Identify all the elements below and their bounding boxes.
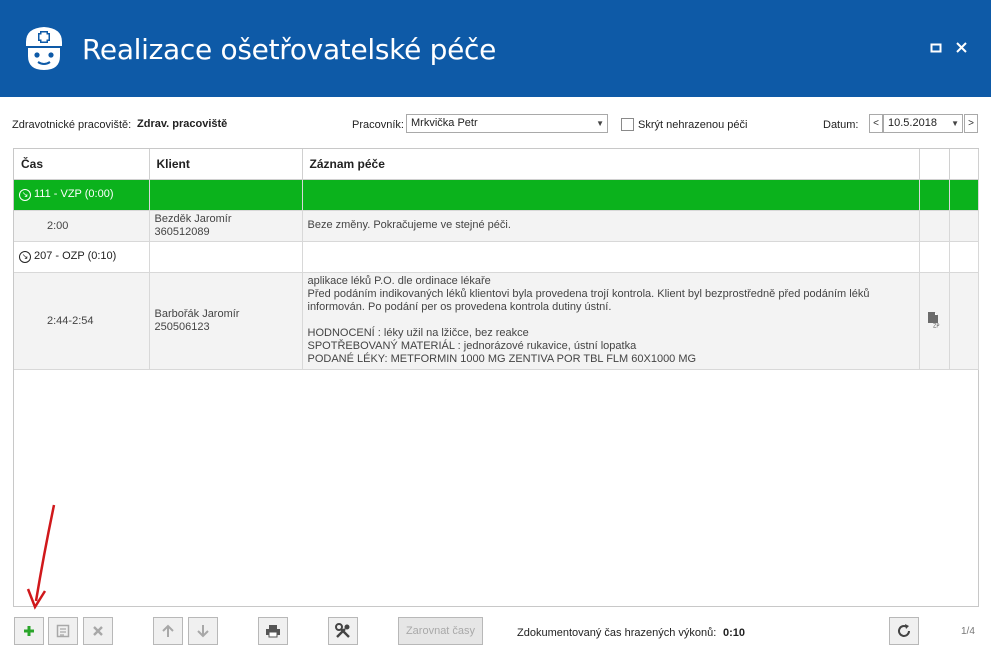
svg-text:ZP: ZP [933, 323, 939, 328]
move-up-button[interactable] [153, 617, 183, 645]
care-note-line: PODANÉ LÉKY: METFORMIN 1000 MG ZENTIVA P… [307, 352, 697, 365]
client-id: 250506123 [154, 320, 210, 333]
nurse-logo-icon [26, 27, 62, 70]
collapse-circle-icon[interactable]: ↘ [19, 250, 31, 263]
date-next-button[interactable]: > [964, 114, 978, 133]
arrow-down-icon [197, 625, 209, 638]
care-note-line: informován. Po podání per os provedena k… [307, 300, 612, 313]
group-label: 111 - VZP (0:00) [34, 188, 114, 201]
add-button[interactable] [14, 617, 44, 645]
arrow-up-icon [162, 624, 174, 637]
annotation-arrow-icon [26, 504, 56, 610]
tools-icon [335, 623, 350, 638]
document-zp-icon[interactable]: ZP [927, 311, 941, 328]
column-header-client[interactable]: Klient [149, 149, 303, 180]
edit-button[interactable] [48, 617, 78, 645]
group-label: 207 - OZP (0:10) [34, 250, 117, 263]
filter-bar: Zdravotnické pracoviště: Zdrav. pracoviš… [0, 110, 991, 138]
client-id: 360512089 [154, 225, 210, 238]
care-records-grid: Čas Klient Záznam péče ↘ 111 - VZP (0:00)… [13, 148, 979, 607]
align-times-button[interactable]: Zarovnat časy [398, 617, 483, 645]
restore-icon [930, 43, 942, 53]
collapse-circle-icon[interactable]: ↘ [19, 188, 31, 201]
client-name: Barbořák Jaromír [154, 307, 240, 320]
table-row[interactable]: 2:00 Bezděk Jaromír 360512089 Beze změny… [14, 210, 979, 242]
documented-time-value: 0:10 [723, 627, 746, 639]
care-note-line: Beze změny. Pokračujeme ve stejné péči. [307, 218, 511, 231]
documented-time-label: Zdokumentovaný čas hrazených výkonů: [517, 627, 717, 639]
restore-button[interactable] [928, 40, 944, 56]
date-prev-button[interactable]: < [869, 114, 883, 133]
worker-select-value: Mrkvička Petr [411, 117, 478, 129]
close-icon [955, 42, 967, 53]
page-indicator: 1/4 [961, 626, 975, 637]
worker-select[interactable]: Mrkvička Petr ▼ [406, 114, 608, 133]
care-note-line: SPOTŘEBOVANÝ MATERIÁL : jednorázové ruka… [307, 339, 637, 352]
table-row[interactable]: 2:44-2:54 Barbořák Jaromír 250506123 apl… [14, 272, 979, 370]
date-picker[interactable]: 10.5.2018 ▼ [883, 114, 963, 133]
refresh-button[interactable] [889, 617, 919, 645]
client-name: Bezděk Jaromír [154, 212, 232, 225]
hide-unpaid-label: Skrýt nehrazenou péči [638, 119, 748, 131]
print-button[interactable] [258, 617, 288, 645]
care-note-line: HODNOCENÍ : léky užil na lžičce, bez rea… [307, 326, 529, 339]
window-title: Realizace ošetřovatelské péče [82, 33, 497, 66]
column-header-extra [919, 149, 950, 180]
workplace-label: Zdravotnické pracoviště: [12, 119, 132, 131]
delete-button[interactable] [83, 617, 113, 645]
column-header-extra [949, 149, 979, 180]
grid-header: Čas Klient Záznam péče [14, 149, 979, 180]
row-time: 2:00 [14, 210, 150, 242]
care-note-line: Před podáním indikovaných léků klientovi… [307, 287, 870, 300]
date-label: Datum: [823, 119, 859, 131]
row-time: 2:44-2:54 [14, 272, 150, 370]
delete-icon [93, 626, 103, 636]
column-header-record[interactable]: Záznam péče [302, 149, 920, 180]
title-bar: Realizace ošetřovatelské péče [0, 0, 991, 97]
chevron-down-icon: ▼ [951, 119, 959, 128]
move-down-button[interactable] [188, 617, 218, 645]
print-icon [266, 625, 280, 638]
settings-button[interactable] [328, 617, 358, 645]
plus-icon [24, 626, 34, 636]
care-note-line: aplikace léků P.O. dle ordinace lékaře [307, 274, 491, 287]
group-row[interactable]: ↘ 207 - OZP (0:10) [14, 241, 979, 273]
group-row[interactable]: ↘ 111 - VZP (0:00) [14, 179, 979, 211]
edit-icon [56, 624, 70, 638]
care-note-line [308, 314, 919, 327]
date-value: 10.5.2018 [888, 117, 937, 129]
workplace-value: Zdrav. pracoviště [137, 118, 228, 130]
hide-unpaid-checkbox[interactable] [621, 118, 634, 131]
worker-label: Pracovník: [352, 119, 404, 131]
chevron-down-icon: ▼ [596, 119, 604, 128]
close-button[interactable] [953, 40, 969, 56]
refresh-icon [898, 624, 910, 637]
column-header-time[interactable]: Čas [14, 149, 150, 180]
